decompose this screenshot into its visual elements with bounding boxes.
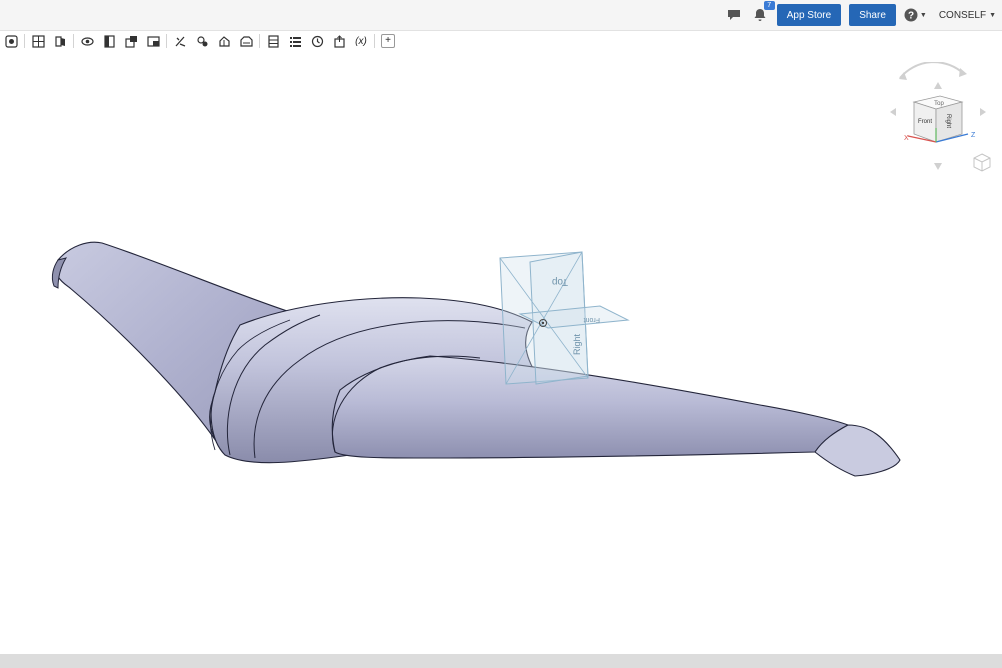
arrow-up-icon[interactable]	[934, 82, 942, 89]
mate-icon[interactable]	[191, 32, 213, 50]
top-plane-label: Top	[551, 276, 568, 287]
display-icon[interactable]	[76, 32, 98, 50]
x-axis-label: X	[904, 135, 909, 142]
reference-planes[interactable]: Top Right Front	[499, 251, 630, 385]
rotate-right-icon[interactable]	[959, 68, 967, 77]
named-views-icon[interactable]	[49, 32, 71, 50]
variable-label: (x)	[355, 35, 367, 47]
arrow-down-icon[interactable]	[934, 163, 942, 170]
app-store-button[interactable]: App Store	[776, 4, 842, 26]
sketch-icon[interactable]	[169, 32, 191, 50]
graphics-toolbar: (x) +	[0, 31, 430, 51]
bottom-panel-edge	[0, 654, 1002, 668]
arrow-left-icon[interactable]	[890, 108, 896, 116]
toolbar-divider	[374, 34, 375, 48]
appearance-icon[interactable]	[120, 32, 142, 50]
table-icon[interactable]	[262, 32, 284, 50]
svg-text:?: ?	[908, 11, 914, 22]
measure-icon[interactable]	[142, 32, 164, 50]
comments-icon[interactable]	[725, 6, 743, 24]
export-icon[interactable]	[328, 32, 350, 50]
share-button[interactable]: Share	[849, 4, 896, 26]
orbit-arc[interactable]	[899, 61, 965, 79]
toolbar-divider	[166, 34, 167, 48]
cube-top-label: Top	[934, 101, 944, 107]
loft-icon[interactable]	[235, 32, 257, 50]
top-bar: 7 App Store Share ? ▼ CONSELF ▼	[0, 0, 1002, 31]
render-icon[interactable]	[98, 32, 120, 50]
variable-button[interactable]: (x)	[350, 32, 372, 50]
z-axis-label: Z	[971, 132, 976, 139]
model-canvas[interactable]: Top Right Front	[0, 52, 1002, 652]
add-icon: +	[381, 34, 395, 48]
history-icon[interactable]	[306, 32, 328, 50]
origin-dot	[541, 321, 545, 325]
cube-right-label: Right	[945, 114, 951, 128]
front-plane-label: Front	[584, 316, 600, 323]
arrow-right-icon[interactable]	[980, 108, 986, 116]
view-icon[interactable]	[0, 32, 22, 50]
toolbar-divider	[73, 34, 74, 48]
user-menu[interactable]: CONSELF ▼	[939, 10, 996, 21]
right-plane-label: Right	[572, 333, 582, 355]
chevron-down-icon: ▼	[989, 11, 996, 19]
right-wing	[331, 355, 850, 459]
graphics-viewport[interactable]: Top Right Front	[0, 52, 1002, 652]
home-view-icon-detail	[973, 157, 991, 171]
view-cube[interactable]: Top Front Right X Z	[882, 61, 994, 180]
cube-front-label: Front	[918, 119, 932, 125]
notification-badge: 7	[763, 1, 775, 10]
help-menu[interactable]: ? ▼	[904, 8, 927, 22]
notifications-icon[interactable]: 7	[751, 1, 775, 24]
list-icon[interactable]	[284, 32, 306, 50]
user-name: CONSELF	[938, 9, 987, 21]
topbar-actions: 7 App Store Share ? ▼ CONSELF ▼	[725, 1, 996, 27]
toolbar-divider	[24, 34, 25, 48]
toolbar-divider	[259, 34, 260, 48]
add-tool-button[interactable]: +	[377, 32, 399, 50]
chevron-down-icon: ▼	[919, 11, 927, 19]
help-icon: ?	[904, 8, 918, 22]
section-view-icon[interactable]	[27, 32, 49, 50]
extrude-icon[interactable]	[213, 32, 235, 50]
